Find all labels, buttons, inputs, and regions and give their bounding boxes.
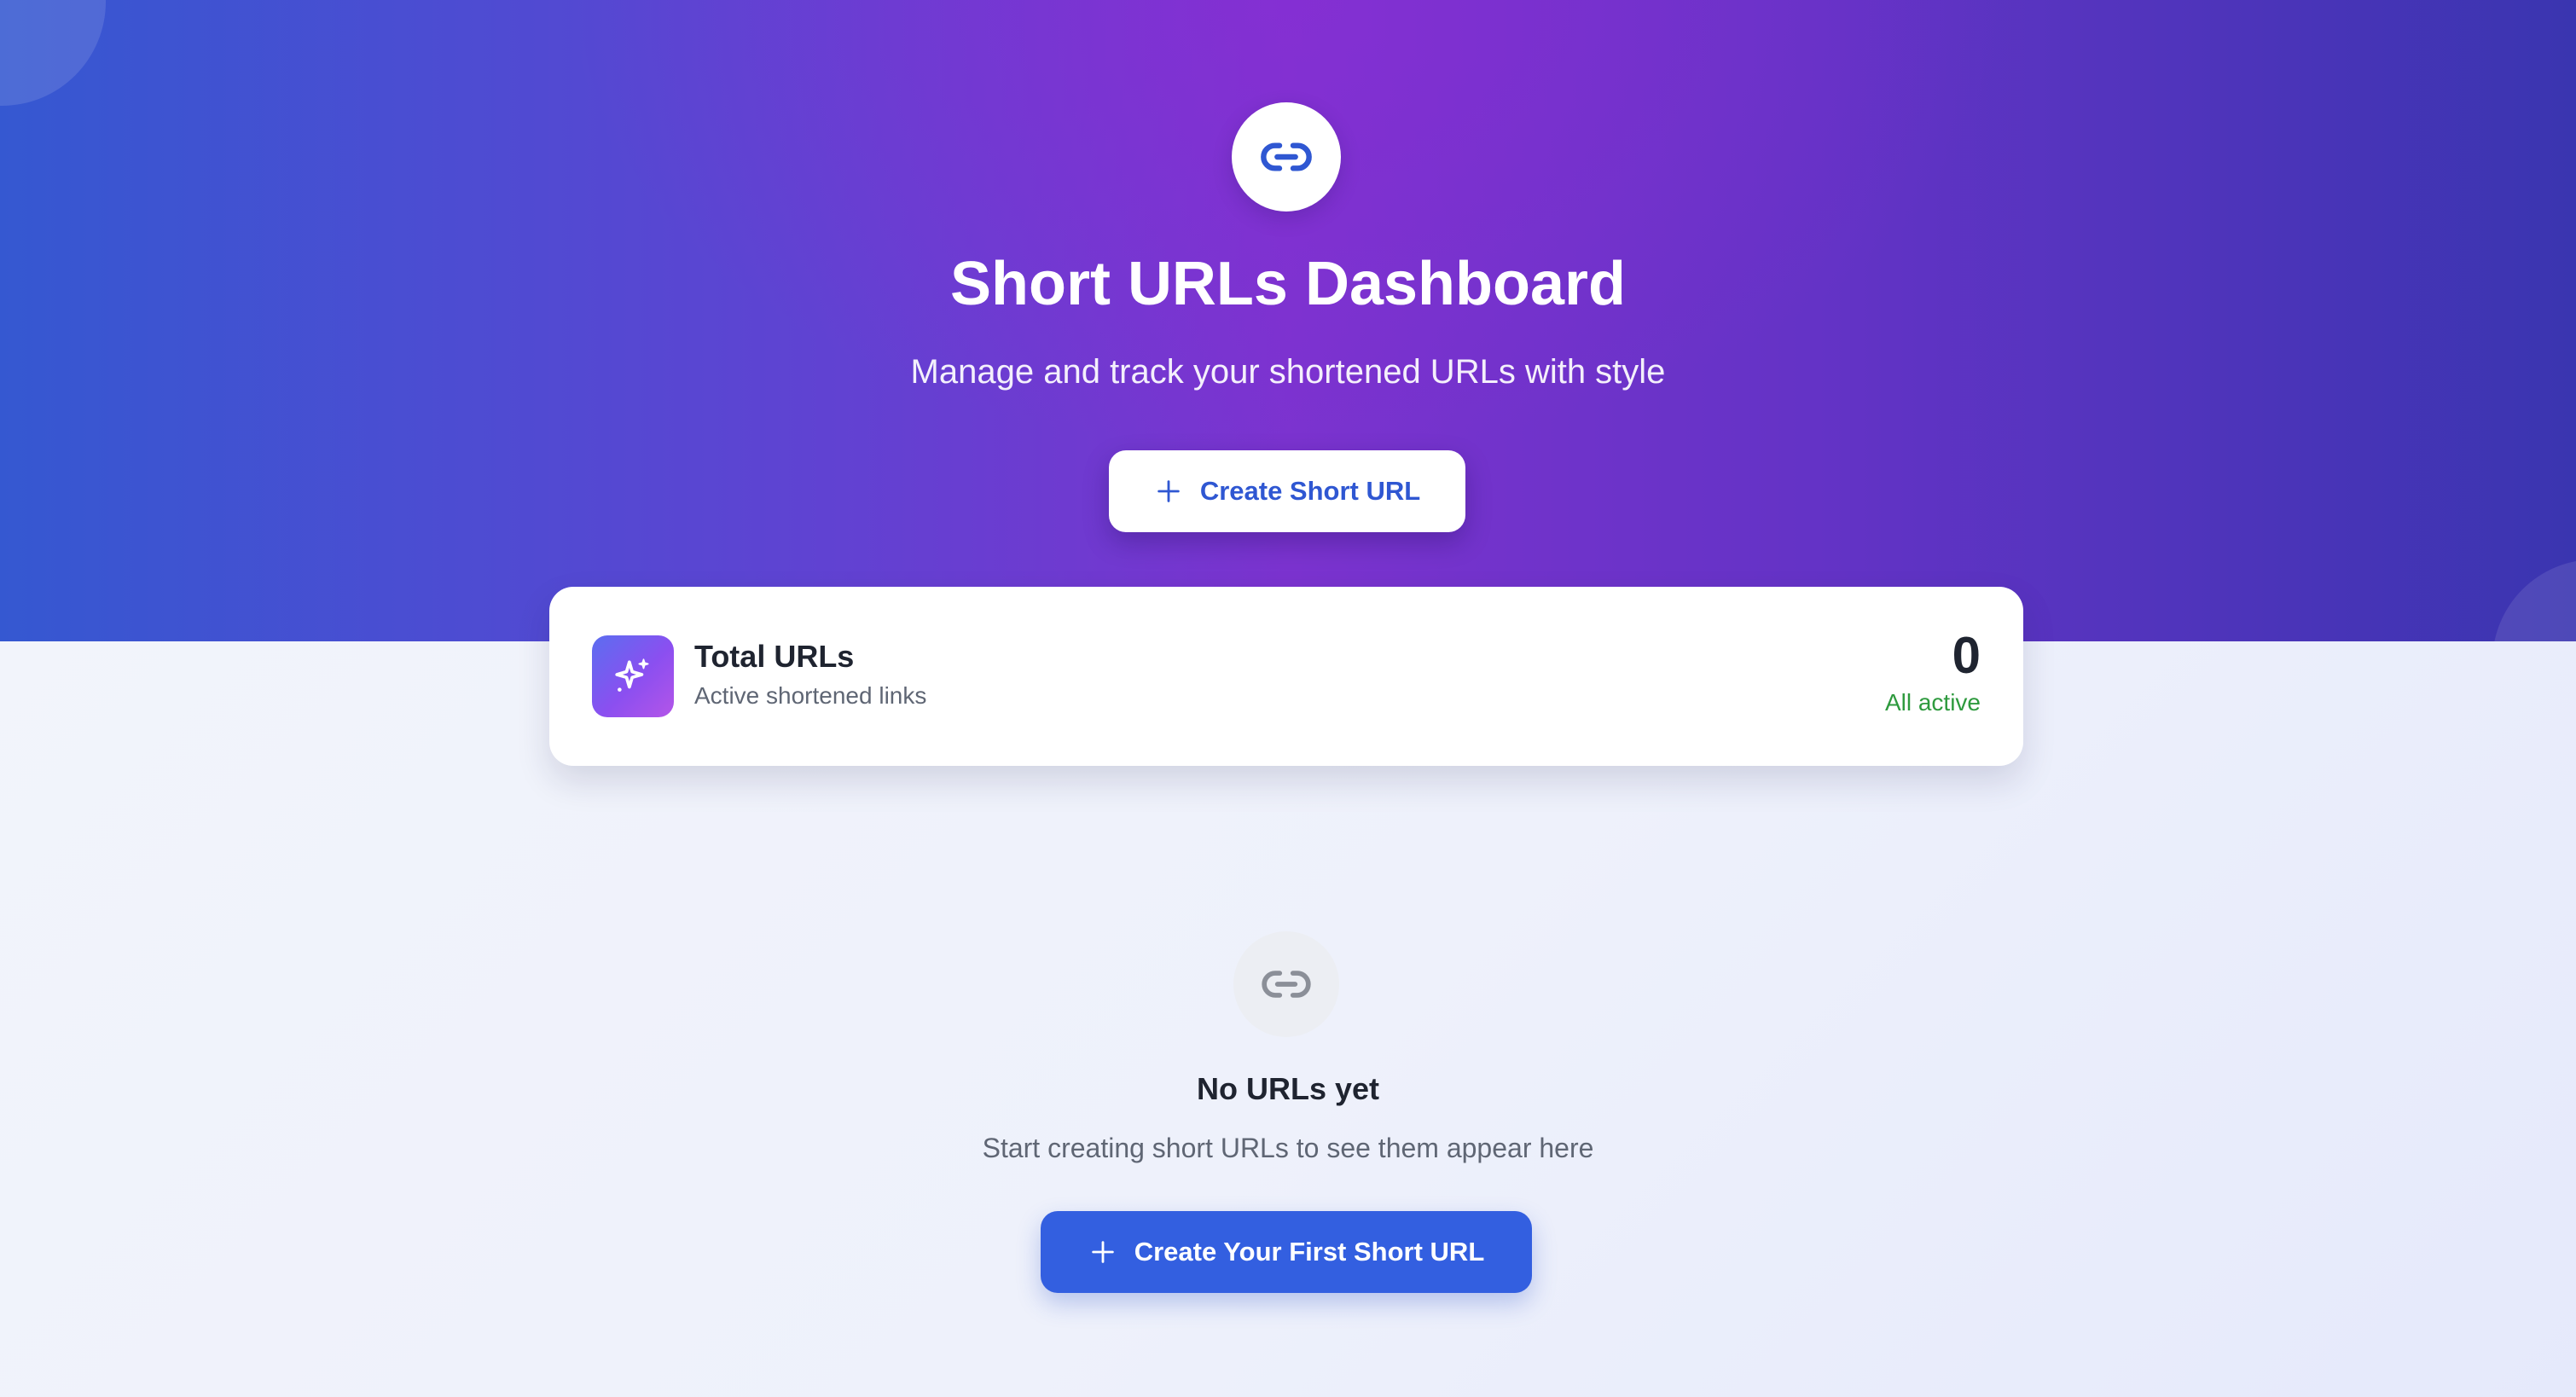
page-subtitle: Manage and track your shortened URLs wit… bbox=[910, 353, 1666, 391]
stat-label: Total URLs bbox=[694, 639, 855, 674]
stat-value: 0 bbox=[1952, 627, 1981, 684]
create-short-url-label: Create Short URL bbox=[1199, 476, 1421, 506]
decorative-circle-top-left bbox=[0, 0, 106, 106]
page-title: Short URLs Dashboard bbox=[949, 250, 1627, 318]
total-urls-card: Total URLs Active shortened links 0 All … bbox=[549, 587, 2023, 766]
sparkles-icon bbox=[592, 635, 674, 717]
create-first-short-url-button[interactable]: Create Your First Short URL bbox=[1041, 1211, 1532, 1293]
plus-icon bbox=[1154, 477, 1183, 506]
create-short-url-button[interactable]: Create Short URL bbox=[1109, 450, 1465, 532]
link-icon bbox=[1233, 931, 1339, 1037]
create-first-short-url-label: Create Your First Short URL bbox=[1134, 1237, 1485, 1267]
empty-state-message: Start creating short URLs to see them ap… bbox=[982, 1133, 1594, 1163]
stat-status: All active bbox=[1884, 689, 1981, 716]
link-icon bbox=[1232, 102, 1341, 212]
decorative-circle-bottom-right bbox=[2492, 559, 2576, 641]
plus-icon bbox=[1088, 1238, 1117, 1267]
hero-header: Short URLs Dashboard Manage and track yo… bbox=[0, 0, 2576, 641]
stat-description: Active shortened links bbox=[694, 682, 927, 709]
empty-state-title: No URLs yet bbox=[1196, 1071, 1380, 1106]
